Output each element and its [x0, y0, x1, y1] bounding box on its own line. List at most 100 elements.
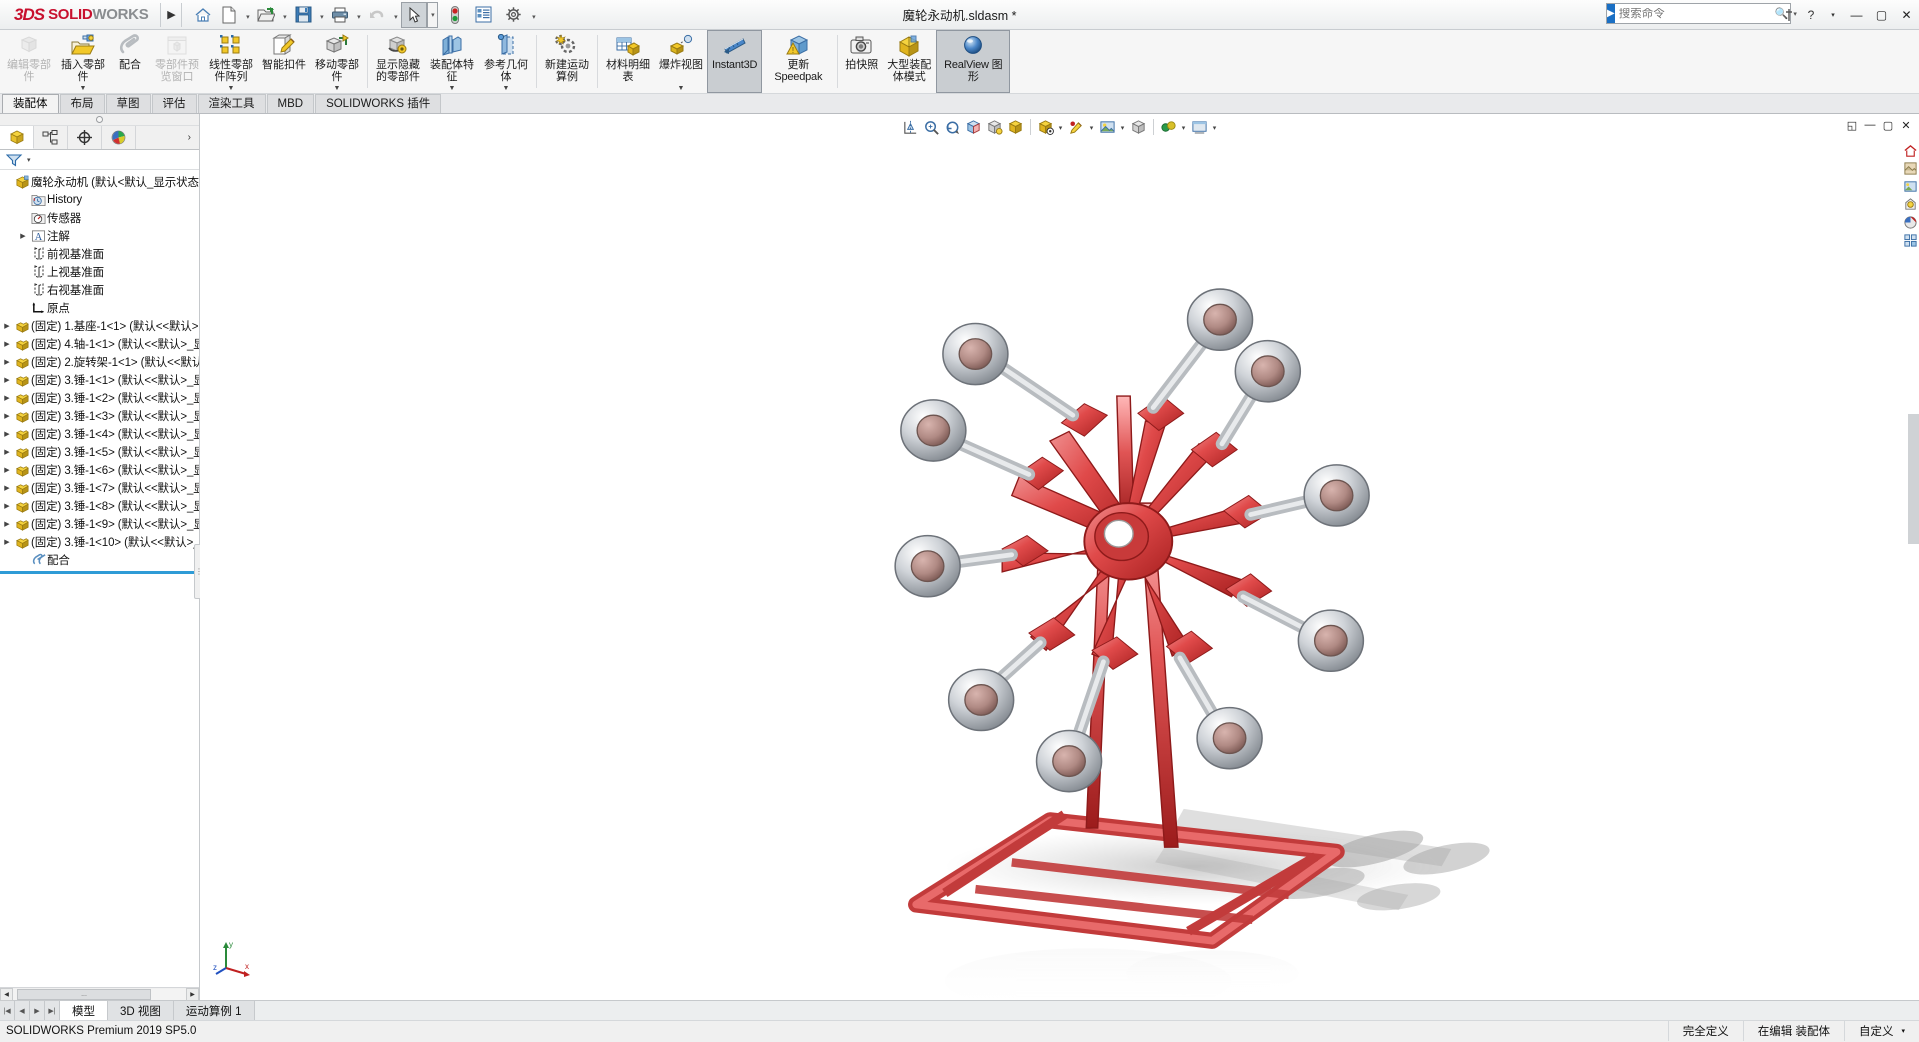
- chevron-down-icon[interactable]: ▾: [1087, 116, 1097, 138]
- assembly-model-render[interactable]: [200, 140, 1919, 1000]
- tree-item[interactable]: 传感器: [0, 209, 199, 227]
- tree-horizontal-scrollbar[interactable]: ◀ ... ▶: [0, 987, 199, 1001]
- chevron-down-icon[interactable]: ▼: [449, 85, 456, 92]
- tree-item[interactable]: ▶ (固定) 3.锤-1<1> (默认<<默认>_显: [0, 371, 199, 389]
- expand-arrow-icon[interactable]: ▶: [0, 394, 14, 402]
- help-icon[interactable]: ?: [1800, 2, 1822, 28]
- command-tab-MBD[interactable]: MBD: [266, 94, 315, 113]
- expand-arrow-icon[interactable]: ▶: [0, 466, 14, 474]
- tree-item[interactable]: ▶ (固定) 3.锤-1<9> (默认<<默认>_显: [0, 515, 199, 533]
- command-tab-渲染工具[interactable]: 渲染工具: [197, 94, 266, 113]
- section-view-icon[interactable]: [963, 116, 984, 138]
- pin-icon[interactable]: [1778, 2, 1800, 28]
- command-tab-草图[interactable]: 草图: [105, 94, 151, 113]
- select-dropdown-caret-icon[interactable]: ▾: [427, 1, 439, 28]
- save-icon[interactable]: [290, 2, 316, 28]
- panel-splitter[interactable]: [0, 114, 199, 126]
- expand-arrow-icon[interactable]: ▶: [0, 538, 14, 546]
- maximize-button[interactable]: ▢: [1869, 2, 1894, 28]
- apply-scene-icon[interactable]: [1097, 116, 1118, 138]
- open-dropdown-caret-icon[interactable]: ▾: [279, 2, 290, 28]
- graphics-vertical-scrollbar[interactable]: [1908, 414, 1919, 544]
- search-input[interactable]: [1618, 7, 1773, 20]
- tree-item[interactable]: ▶ (固定) 3.锤-1<3> (默认<<默认>_显: [0, 407, 199, 425]
- chevron-down-icon[interactable]: ▼: [503, 85, 510, 92]
- ribbon-button-reference-geometry[interactable]: 参考几何体 ▼: [479, 30, 533, 93]
- select-cursor-icon[interactable]: [401, 1, 428, 28]
- zoom-to-fit-icon[interactable]: [900, 116, 921, 138]
- chevron-down-icon[interactable]: ▾: [1179, 116, 1189, 138]
- tree-item[interactable]: ▶ (固定) 3.锤-1<7> (默认<<默认>_显: [0, 479, 199, 497]
- chevron-down-icon[interactable]: ▼: [334, 85, 341, 92]
- minimize-button[interactable]: —: [1844, 2, 1869, 28]
- command-tab-装配体[interactable]: 装配体: [2, 94, 59, 113]
- feature-tree[interactable]: 魔轮永动机 (默认<默认_显示状态-1> History 传感器 ▶ A 注解 前视基准面上…: [0, 170, 199, 987]
- home-icon[interactable]: [190, 2, 216, 28]
- tree-filter-bar[interactable]: ▾: [0, 150, 199, 170]
- print-dropdown-caret-icon[interactable]: ▾: [353, 2, 364, 28]
- new-document-dropdown-caret-icon[interactable]: ▾: [242, 2, 253, 28]
- command-tab-布局[interactable]: 布局: [59, 94, 105, 113]
- ribbon-button-mate-paperclip[interactable]: 配合: [110, 30, 150, 93]
- edit-appearance-icon[interactable]: [1066, 116, 1087, 138]
- menu-expand-arrow-icon[interactable]: ▶: [163, 2, 179, 28]
- expand-arrow-icon[interactable]: ▶: [0, 340, 14, 348]
- tree-item[interactable]: ▶ (固定) 3.锤-1<6> (默认<<默认>_显: [0, 461, 199, 479]
- expand-arrow-icon[interactable]: ▶: [0, 520, 14, 528]
- tree-item[interactable]: 魔轮永动机 (默认<默认_显示状态-1>: [0, 173, 199, 191]
- manager-tabs-overflow[interactable]: ›: [136, 126, 199, 149]
- viewport-layout-icon[interactable]: [1189, 116, 1210, 138]
- chevron-down-icon[interactable]: ▼: [228, 85, 235, 92]
- tree-item[interactable]: ▶ (固定) 3.锤-1<2> (默认<<默认>_显: [0, 389, 199, 407]
- expand-arrow-icon[interactable]: ▶: [0, 502, 14, 510]
- custom-views-icon[interactable]: [1902, 232, 1918, 249]
- scenes-icon[interactable]: [1902, 178, 1918, 195]
- undo-icon[interactable]: [364, 2, 390, 28]
- filter-dropdown-caret-icon[interactable]: ▾: [27, 156, 31, 164]
- tree-item[interactable]: 原点: [0, 299, 199, 317]
- expand-arrow-icon[interactable]: ▶: [0, 448, 14, 456]
- display-style-icon[interactable]: [1005, 116, 1026, 138]
- previous-view-icon[interactable]: [942, 116, 963, 138]
- options-dropdown-caret-icon[interactable]: ▾: [528, 2, 539, 28]
- ribbon-button-instant3d[interactable]: Instant3D: [707, 30, 763, 93]
- save-dropdown-caret-icon[interactable]: ▾: [316, 2, 327, 28]
- expand-arrow-icon[interactable]: ▶: [0, 412, 14, 420]
- gfx-close-button[interactable]: ✕: [1897, 116, 1915, 134]
- graphics-area[interactable]: ▾ ▾ ▾ ▾ ▾ ◱ — ▢ ✕ y x z: [200, 114, 1919, 1000]
- expand-arrow-icon[interactable]: ▶: [0, 484, 14, 492]
- model-viewport[interactable]: y x z: [200, 140, 1919, 1000]
- rebuild-icon[interactable]: [442, 2, 468, 28]
- scroll-right-arrow-icon[interactable]: ▶: [186, 987, 199, 1001]
- tree-item[interactable]: ▶ (固定) 3.锤-1<4> (默认<<默认>_显: [0, 425, 199, 443]
- ribbon-button-show-hidden-components[interactable]: 显示隐藏的零部件: [371, 30, 425, 93]
- tab-last-icon[interactable]: ▶|: [45, 1001, 60, 1020]
- expand-arrow-icon[interactable]: ▶: [0, 430, 14, 438]
- chevron-down-icon[interactable]: ▾: [1056, 116, 1066, 138]
- command-search[interactable]: ▶ 🔍 ▾: [1606, 3, 1797, 24]
- restore-pane-button[interactable]: ◱: [1843, 116, 1861, 134]
- ribbon-button-large-assembly-mode[interactable]: 大型装配体模式: [882, 30, 936, 93]
- tree-item[interactable]: ▶ (固定) 1.基座-1<1> (默认<<默认>: [0, 317, 199, 335]
- gear-icon[interactable]: [498, 2, 528, 28]
- zoom-area-icon[interactable]: [921, 116, 942, 138]
- tab-next-icon[interactable]: ▶: [30, 1001, 45, 1020]
- tree-item[interactable]: ▶ (固定) 3.锤-1<10> (默认<<默认>_: [0, 533, 199, 551]
- print-icon[interactable]: [327, 2, 353, 28]
- tree-item[interactable]: 右视基准面: [0, 281, 199, 299]
- appearances-icon[interactable]: [1902, 160, 1918, 177]
- ribbon-button-new-motion-study[interactable]: 新建运动算例: [540, 30, 594, 93]
- ribbon-button-assembly-feature[interactable]: 装配体特征 ▼: [425, 30, 479, 93]
- ribbon-button-linear-pattern[interactable]: 线性零部件阵列 ▼: [204, 30, 258, 93]
- property-manager-tab[interactable]: [34, 126, 68, 149]
- chevron-down-icon[interactable]: ▾: [1901, 1027, 1905, 1035]
- configuration-manager-tab[interactable]: [68, 126, 102, 149]
- scroll-thumb[interactable]: ...: [17, 988, 151, 1000]
- decals-icon[interactable]: [1902, 214, 1918, 231]
- view-home-icon[interactable]: [1902, 142, 1918, 159]
- gfx-maximize-button[interactable]: ▢: [1879, 116, 1897, 134]
- scroll-track[interactable]: ...: [13, 988, 186, 1000]
- chevron-down-icon[interactable]: ▼: [80, 85, 87, 92]
- chevron-down-icon[interactable]: ▾: [1210, 116, 1220, 138]
- bottom-tab-3D 视图[interactable]: 3D 视图: [108, 1001, 174, 1020]
